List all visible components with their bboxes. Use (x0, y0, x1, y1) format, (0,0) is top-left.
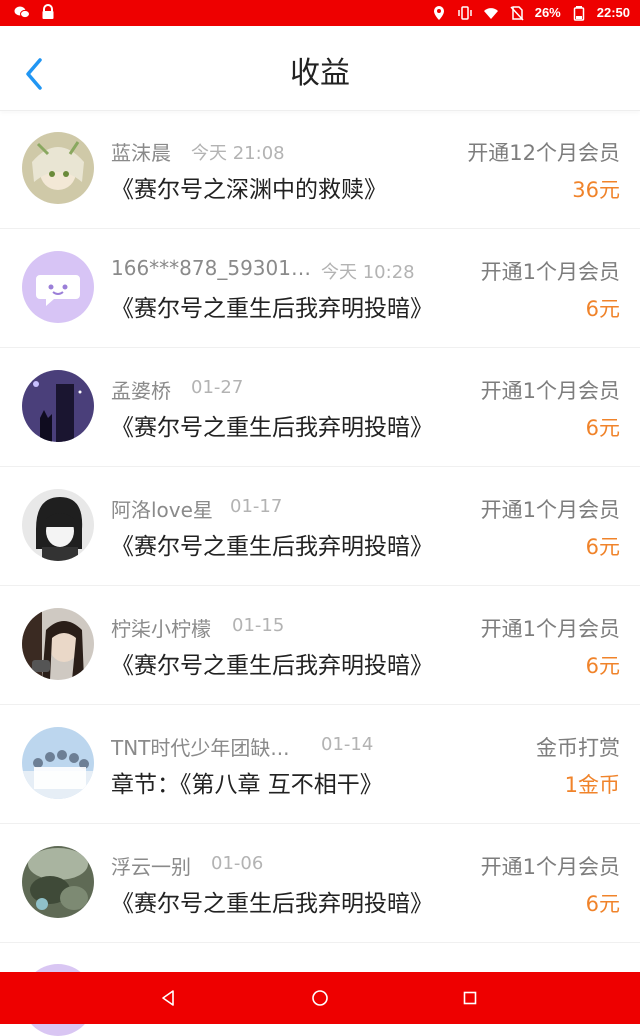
book-title: 《赛尔号之重生后我弃明投暗》 (111, 653, 433, 679)
status-bar: 26% 22:50 (0, 0, 640, 26)
record-type: 开通1个月会员 (480, 379, 620, 403)
earning-record[interactable]: 柠柒小柠檬 01-15 开通1个月会员 《赛尔号之重生后我弃明投暗》 6元 (0, 586, 640, 705)
record-type: 开通1个月会员 (480, 855, 620, 879)
earning-record[interactable]: TNT时代少年团缺... 01-14 金币打赏 章节：《第八章 互不相干》 1金… (0, 705, 640, 824)
record-amount: 6元 (585, 654, 620, 678)
avatar (22, 608, 94, 680)
record-type: 开通1个月会员 (480, 260, 620, 284)
avatar (22, 132, 94, 204)
record-amount: 36元 (572, 178, 620, 202)
avatar (22, 489, 94, 561)
book-title: 《赛尔号之深渊中的救赎》 (111, 177, 387, 203)
record-time: 01-15 (232, 615, 285, 636)
location-icon (433, 6, 444, 20)
avatar (22, 370, 94, 442)
earning-record[interactable]: 蓝沫晨 今天 21:08 开通12个月会员 《赛尔号之深渊中的救赎》 36元 (0, 110, 640, 229)
battery-icon (573, 6, 584, 21)
record-time: 01-14 (321, 734, 374, 755)
book-title: 《赛尔号之重生后我弃明投暗》 (111, 296, 433, 322)
book-title: 《赛尔号之重生后我弃明投暗》 (111, 891, 433, 917)
lock-icon (42, 4, 54, 19)
earning-record[interactable]: 阿洛love星 01-17 开通1个月会员 《赛尔号之重生后我弃明投暗》 6元 (0, 467, 640, 586)
book-title: 《赛尔号之重生后我弃明投暗》 (111, 415, 433, 441)
user-name: 166***878_593018... (111, 256, 311, 280)
record-time: 01-27 (191, 377, 244, 398)
earning-record[interactable]: 浮云一别 01-06 开通1个月会员 《赛尔号之重生后我弃明投暗》 6元 (0, 824, 640, 943)
user-name: 孟婆桥 (111, 379, 171, 403)
avatar (22, 251, 94, 323)
user-name: 阿洛love星 (111, 498, 213, 522)
no-sim-icon (510, 6, 524, 21)
wifi-icon (483, 8, 498, 19)
record-type: 金币打赏 (536, 736, 620, 760)
record-time: 今天 21:08 (191, 143, 285, 164)
user-name: 蓝沫晨 (111, 141, 171, 165)
record-amount: 6元 (585, 535, 620, 559)
record-time: 今天 10:28 (321, 262, 415, 283)
battery-percent: 26% (534, 5, 561, 20)
record-amount: 6元 (585, 416, 620, 440)
record-amount: 6元 (585, 892, 620, 916)
back-triangle-icon[interactable] (156, 986, 180, 1010)
user-name: 浮云一别 (111, 855, 191, 879)
avatar (22, 727, 94, 799)
vibrate-icon (457, 6, 472, 20)
record-type: 开通12个月会员 (467, 141, 620, 165)
record-time: 01-06 (211, 853, 264, 874)
user-name: TNT时代少年团缺... (111, 736, 290, 760)
home-circle-icon[interactable] (308, 986, 332, 1010)
book-title: 章节：《第八章 互不相干》 (111, 772, 383, 798)
record-type: 开通1个月会员 (480, 617, 620, 641)
wechat-icon (14, 6, 30, 19)
header: 收益 (0, 26, 640, 111)
navigation-bar (0, 972, 640, 1024)
record-amount: 1金币 (564, 773, 620, 797)
page-title: 收益 (290, 56, 350, 91)
recents-square-icon[interactable] (458, 986, 482, 1010)
user-name: 柠柒小柠檬 (111, 617, 211, 641)
earnings-list: 蓝沫晨 今天 21:08 开通12个月会员 《赛尔号之深渊中的救赎》 36元 1… (0, 110, 640, 943)
clock: 22:50 (596, 5, 630, 20)
record-amount: 6元 (585, 297, 620, 321)
book-title: 《赛尔号之重生后我弃明投暗》 (111, 534, 433, 560)
avatar (22, 846, 94, 918)
record-time: 01-17 (230, 496, 283, 517)
record-type: 开通1个月会员 (480, 498, 620, 522)
earning-record[interactable]: 166***878_593018... 今天 10:28 开通1个月会员 《赛尔… (0, 229, 640, 348)
earning-record[interactable]: 孟婆桥 01-27 开通1个月会员 《赛尔号之重生后我弃明投暗》 6元 (0, 348, 640, 467)
